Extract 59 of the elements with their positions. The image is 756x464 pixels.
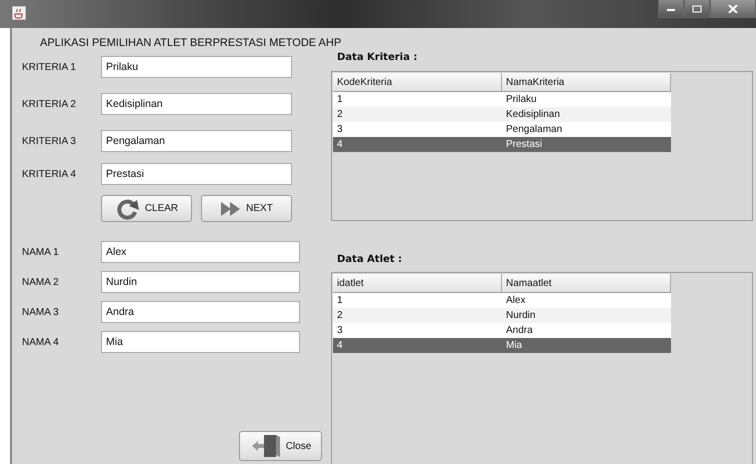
table-cell-text: 2 <box>336 310 344 321</box>
field-label: NAMA 3 <box>22 306 60 318</box>
table-cell-text: 1 <box>336 94 344 105</box>
close-window-button[interactable] <box>710 0 756 18</box>
text-field[interactable]: Alex <box>101 241 300 263</box>
table-cell-text: Andra <box>505 325 534 336</box>
table-cell-text: Pengalaman <box>505 124 564 135</box>
close-icon <box>728 4 738 12</box>
table-cell-text: Mia <box>505 340 524 351</box>
text-field[interactable]: Kedisiplinan <box>101 93 292 115</box>
table-cell-text: 2 <box>336 109 344 120</box>
close-button[interactable]: Close <box>239 431 322 461</box>
section-title: Data Atlet : <box>336 254 404 267</box>
table-cell-text: 3 <box>336 124 344 135</box>
table-cell-text: 4 <box>336 139 344 150</box>
table-cell-text: 4 <box>336 340 344 351</box>
text-field[interactable]: Prestasi <box>101 163 292 185</box>
field-label: KRITERIA 3 <box>22 136 77 146</box>
java-cup-icon <box>12 6 26 20</box>
table-row[interactable]: 4 Mia <box>333 338 671 353</box>
table-cell-text: Alex <box>505 295 526 306</box>
table-row[interactable]: 1 Prilaku <box>333 92 671 107</box>
field-label: KRITERIA 4 <box>22 168 77 180</box>
table-cell-text: 3 <box>336 325 344 336</box>
text-field[interactable]: Prilaku <box>101 56 292 78</box>
text-field[interactable]: Nurdin <box>101 271 300 293</box>
table-row[interactable]: 1 Alex <box>333 293 671 308</box>
table-row[interactable]: 3 Andra <box>333 323 671 338</box>
text-field[interactable]: Pengalaman <box>101 130 292 152</box>
table-cell-text: Prilaku <box>505 94 538 105</box>
field-label: NAMA 1 <box>22 246 60 258</box>
table-row[interactable]: 2 Kedisiplinan <box>333 107 671 122</box>
table-cell-text: Nurdin <box>505 310 536 321</box>
maximize-icon <box>692 4 702 12</box>
column-header[interactable]: KodeKriteria <box>333 73 502 91</box>
field-label: NAMA 4 <box>22 336 60 348</box>
clear-button[interactable]: CLEAR <box>101 195 192 222</box>
section-title: Data Kriteria : <box>336 52 418 65</box>
table-row[interactable]: 2 Nurdin <box>333 308 671 323</box>
column-header[interactable]: NamaKriteria <box>502 73 671 91</box>
maximize-button[interactable] <box>684 0 710 18</box>
table-row[interactable]: 3 Pengalaman <box>333 122 671 137</box>
field-label: KRITERIA 1 <box>22 62 77 72</box>
exit-door-icon <box>250 433 282 459</box>
column-header[interactable]: Namaatlet <box>502 274 671 292</box>
column-header[interactable]: idatlet <box>333 274 502 292</box>
table-cell-text: Prestasi <box>505 139 544 150</box>
table-cell-text: Kedisiplinan <box>505 109 561 120</box>
minimize-button[interactable] <box>658 0 684 18</box>
text-field[interactable]: Mia <box>101 331 300 353</box>
table-cell-text: 1 <box>336 295 344 306</box>
table-row[interactable]: 4 Prestasi <box>333 137 671 152</box>
field-label: NAMA 2 <box>22 276 60 288</box>
next-button[interactable]: NEXT <box>201 195 292 222</box>
refresh-arrow-icon <box>114 198 141 220</box>
double-arrow-icon <box>220 200 242 216</box>
app-heading: APLIKASI PEMILIHAN ATLET BERPRESTASI METODE AHP <box>40 36 342 50</box>
text-field[interactable]: Andra <box>101 301 300 323</box>
field-label: KRITERIA 2 <box>22 98 77 110</box>
